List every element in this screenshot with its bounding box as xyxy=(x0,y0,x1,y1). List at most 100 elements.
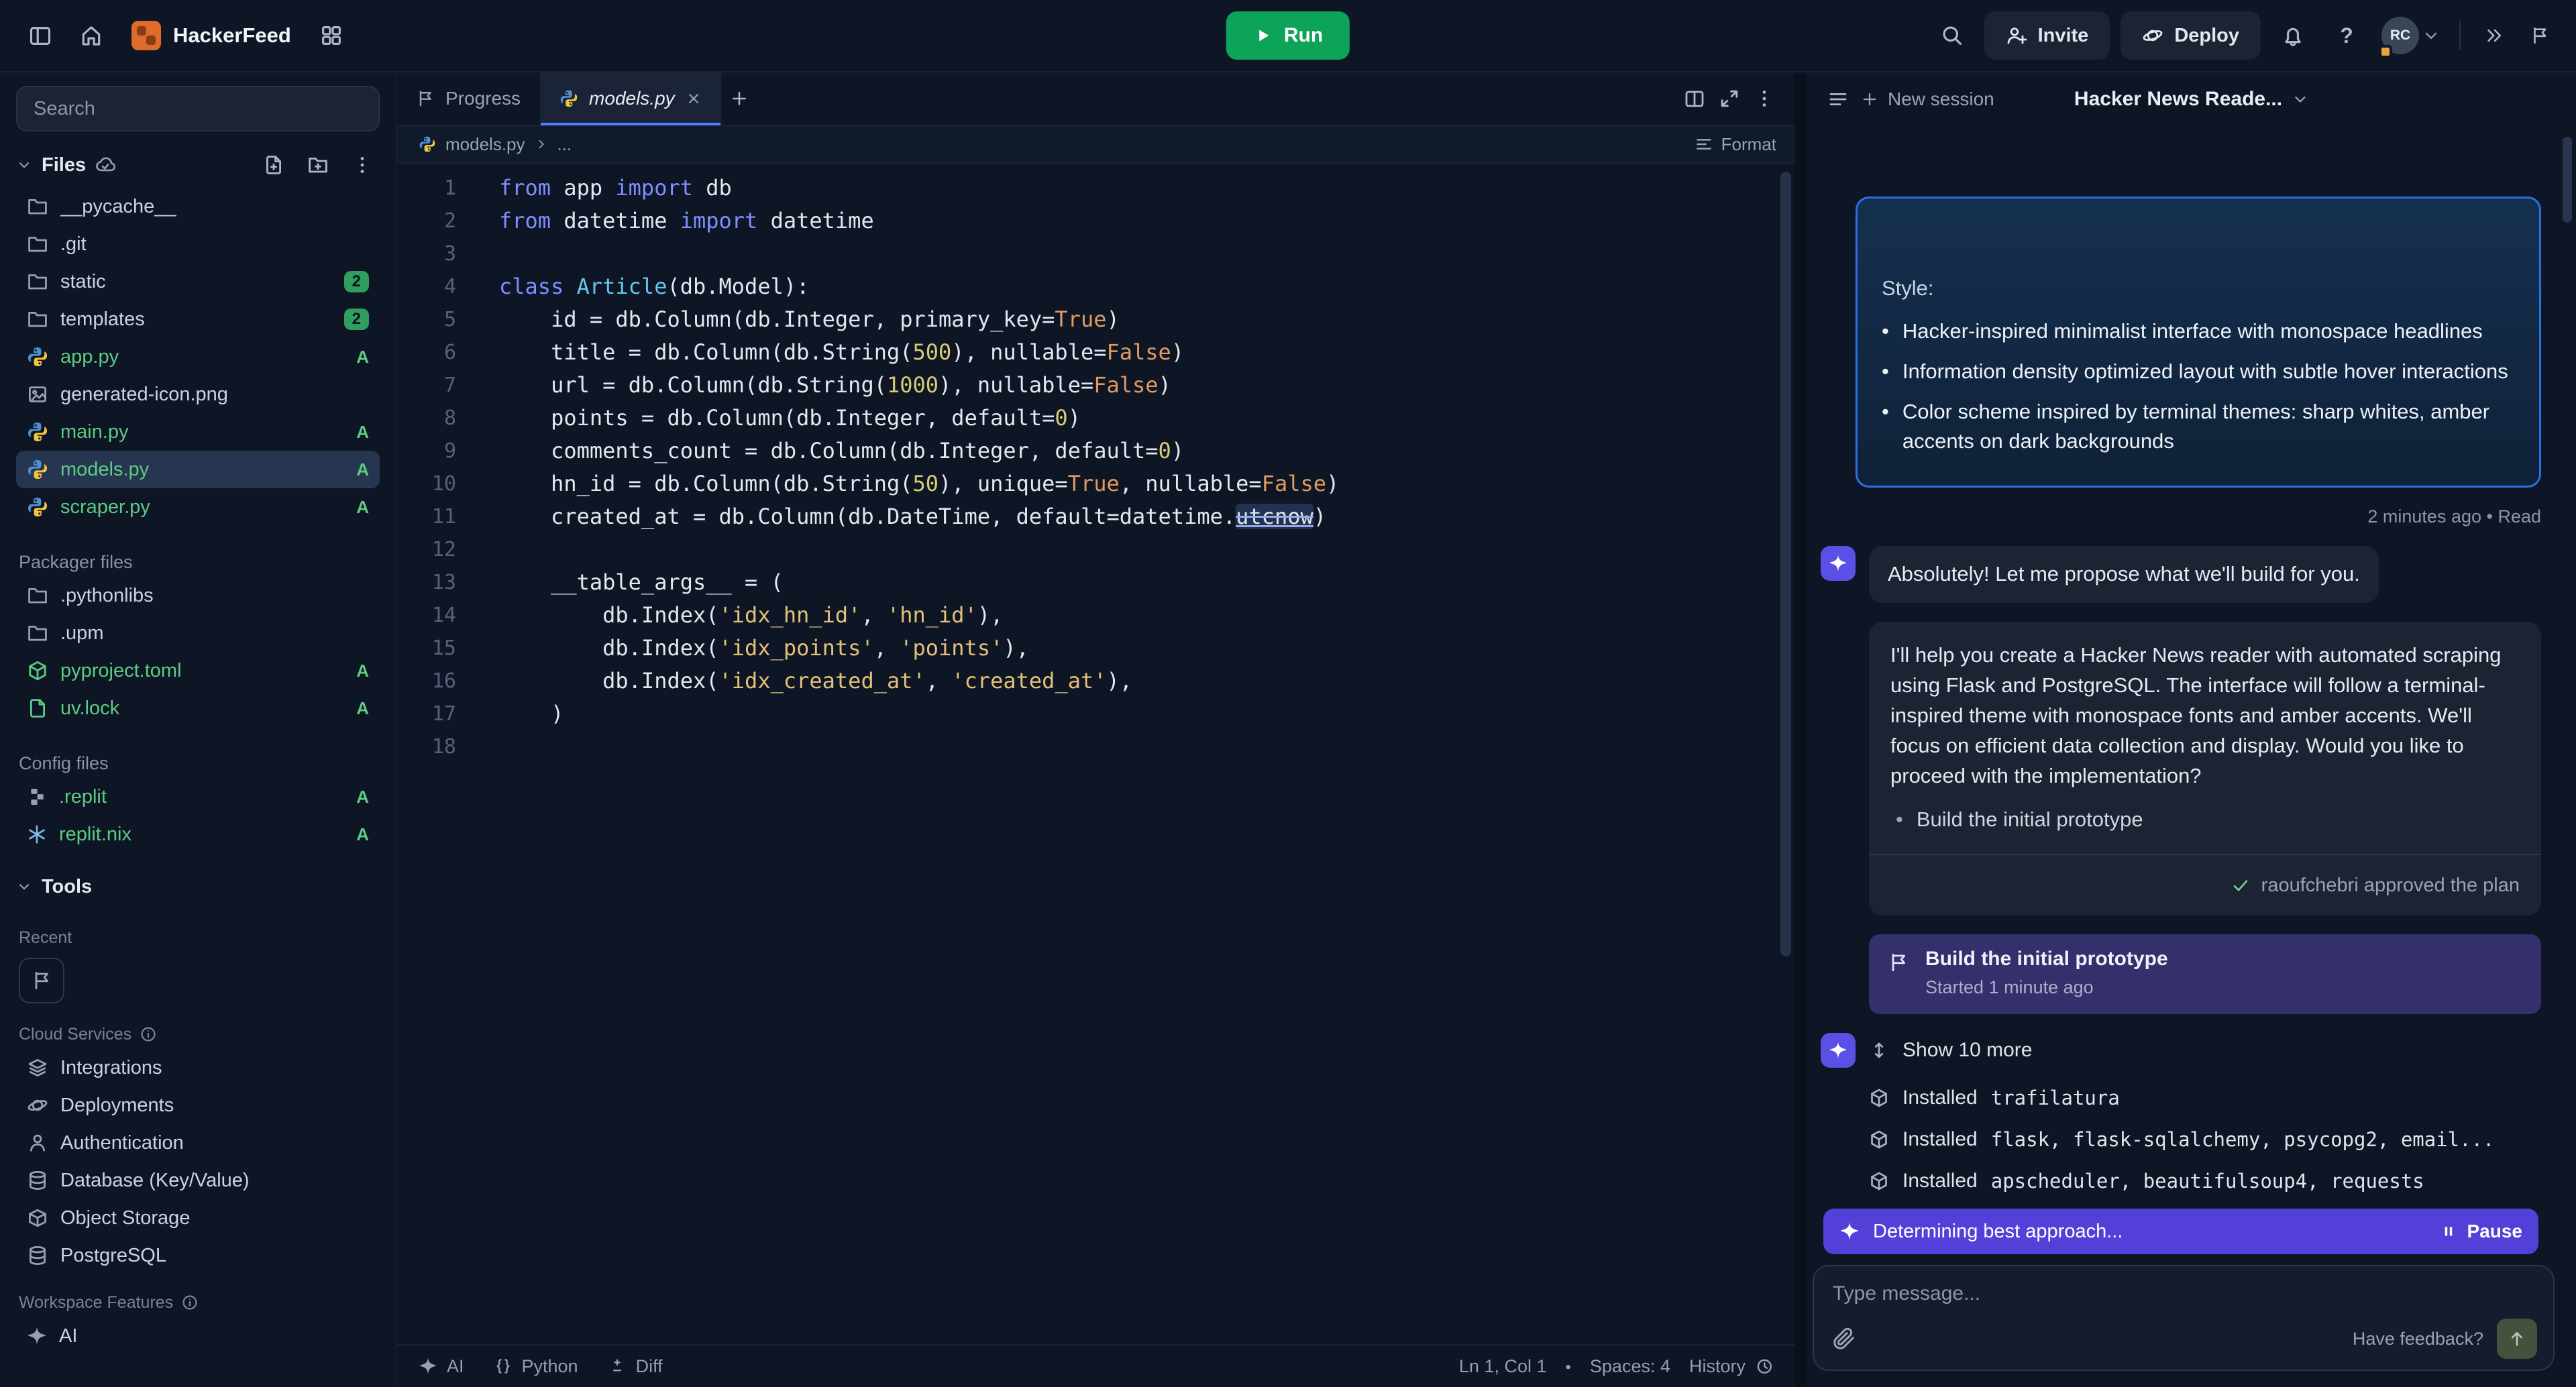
change-count-badge: 2 xyxy=(344,309,369,330)
new-tab-button[interactable] xyxy=(722,81,757,116)
invite-button[interactable]: Invite xyxy=(1984,11,2110,60)
indentation-setting[interactable]: Spaces: 4 xyxy=(1590,1356,1670,1377)
send-button[interactable] xyxy=(2497,1319,2537,1359)
chevron-down-icon[interactable] xyxy=(16,157,32,173)
cursor-position[interactable]: Ln 1, Col 1 xyxy=(1459,1356,1547,1377)
file-item-pythonlibs[interactable]: .pythonlibs xyxy=(16,577,380,614)
change-count-badge: 2 xyxy=(344,271,369,292)
file-item-pyproject[interactable]: pyproject.tomlA xyxy=(16,652,380,689)
files-label: Files xyxy=(42,154,86,176)
breadcrumb-file[interactable]: models.py xyxy=(445,134,525,155)
files-menu-button[interactable] xyxy=(345,148,380,182)
file-item-uv-lock[interactable]: uv.lockA xyxy=(16,689,380,727)
search-button[interactable] xyxy=(1931,14,1974,57)
replit-icon xyxy=(27,787,47,807)
file-item-upm[interactable]: .upm xyxy=(16,614,380,652)
language-status[interactable]: Python xyxy=(494,1356,578,1377)
editor-scrollbar[interactable] xyxy=(1780,172,1791,956)
files-header: Files xyxy=(16,142,380,188)
proposal-card: I'll help you create a Hacker News reade… xyxy=(1869,622,2541,916)
working-status: Determining best approach... xyxy=(1873,1221,2123,1243)
avatar: RC xyxy=(2381,17,2419,54)
file-item-app-py[interactable]: app.pyA xyxy=(16,338,380,376)
tab-progress[interactable]: Progress xyxy=(397,72,541,125)
run-button[interactable]: Run xyxy=(1226,11,1350,60)
sidebar-item-deployments[interactable]: Deployments xyxy=(16,1087,380,1124)
sidebar-item-authentication[interactable]: Authentication xyxy=(16,1124,380,1162)
file-item-git[interactable]: .git xyxy=(16,225,380,263)
ai-status[interactable]: AI xyxy=(419,1356,464,1377)
flag-panel-button[interactable] xyxy=(2522,18,2557,53)
breadcrumb-more[interactable]: ... xyxy=(557,134,572,155)
workspace-layout-button[interactable] xyxy=(310,14,353,57)
check-icon xyxy=(2231,875,2251,895)
session-title[interactable]: Hacker News Reade... xyxy=(2074,88,2309,111)
tab-models-py[interactable]: models.py xyxy=(541,72,722,125)
sidebar-item-postgresql[interactable]: PostgreSQL xyxy=(16,1237,380,1274)
chevron-down-icon[interactable] xyxy=(16,879,32,895)
workspace-features-header: Workspace Features xyxy=(16,1288,380,1317)
info-icon[interactable] xyxy=(181,1294,199,1311)
ai-spinner-icon xyxy=(1839,1221,1860,1241)
attach-button[interactable] xyxy=(1833,1327,1856,1350)
python-icon xyxy=(559,89,578,108)
code-line: from app import db xyxy=(499,172,1795,205)
home-button[interactable] xyxy=(70,14,113,57)
show-more[interactable]: Show 10 more xyxy=(1821,1033,2541,1068)
pane-divider[interactable] xyxy=(1795,72,1807,1387)
chat-scroll[interactable]: Style: Hacker-inspired minimalist interf… xyxy=(1807,126,2576,1209)
deploy-button[interactable]: Deploy xyxy=(2121,11,2261,60)
collapse-panel-button[interactable] xyxy=(2477,18,2512,53)
code-line: url = db.Column(db.String(1000), nullabl… xyxy=(499,369,1795,402)
sidebar-item-ai[interactable]: AI xyxy=(16,1317,380,1355)
code-editor[interactable]: 123456789101112131415161718 from app imp… xyxy=(397,164,1795,1344)
file-item-replit-nix[interactable]: replit.nixA xyxy=(16,816,380,853)
project-chip[interactable]: HackerFeed xyxy=(121,21,302,50)
file-item-static[interactable]: static2 xyxy=(16,263,380,300)
diff-status[interactable]: Diff xyxy=(608,1356,663,1377)
code-line: hn_id = db.Column(db.String(50), unique=… xyxy=(499,467,1795,500)
folder-icon xyxy=(27,196,48,217)
file-item-generated-icon[interactable]: generated-icon.png xyxy=(16,376,380,413)
task-card[interactable]: Build the initial prototype Started 1 mi… xyxy=(1869,934,2541,1014)
search-input[interactable] xyxy=(16,86,380,131)
history-button[interactable]: History xyxy=(1689,1356,1774,1377)
agent-avatar xyxy=(1821,1033,1856,1068)
new-file-button[interactable] xyxy=(256,148,291,182)
pause-button[interactable]: Pause xyxy=(2439,1221,2523,1242)
new-folder-button[interactable] xyxy=(301,148,335,182)
format-button[interactable]: Format xyxy=(1695,134,1776,155)
account-menu[interactable]: RC xyxy=(2379,17,2443,54)
person-plus-icon xyxy=(2006,25,2027,46)
format-icon xyxy=(1695,135,1713,154)
expand-pane-button[interactable] xyxy=(1712,81,1747,116)
file-item-models-py[interactable]: models.pyA xyxy=(16,451,380,488)
chat-scrollbar[interactable] xyxy=(2563,137,2572,223)
python-icon xyxy=(27,459,48,480)
info-icon[interactable] xyxy=(140,1025,157,1043)
sidebar-item-integrations[interactable]: Integrations xyxy=(16,1049,380,1087)
project-icon xyxy=(131,21,161,50)
recent-tool-agent[interactable] xyxy=(19,958,64,1003)
sidebar-item-object-storage[interactable]: Object Storage xyxy=(16,1199,380,1237)
sidebar-item-database[interactable]: Database (Key/Value) xyxy=(16,1162,380,1199)
code-line: db.Index('idx_created_at', 'created_at')… xyxy=(499,665,1795,698)
file-item-scraper-py[interactable]: scraper.pyA xyxy=(16,488,380,526)
notifications-button[interactable] xyxy=(2271,14,2314,57)
file-item-pycache[interactable]: __pycache__ xyxy=(16,188,380,225)
message-input[interactable] xyxy=(1833,1282,2537,1305)
sidebar-toggle-button[interactable] xyxy=(19,14,62,57)
split-view-button[interactable] xyxy=(1677,81,1712,116)
pane-menu-button[interactable] xyxy=(1747,81,1782,116)
file-item-replit[interactable]: .replitA xyxy=(16,778,380,816)
new-session-button[interactable]: New session xyxy=(1861,89,1994,110)
session-list-button[interactable] xyxy=(1821,82,1856,117)
feedback-link[interactable]: Have feedback? xyxy=(2353,1329,2483,1349)
folder-icon xyxy=(27,309,48,330)
close-tab-icon[interactable] xyxy=(686,91,702,107)
file-item-templates[interactable]: templates2 xyxy=(16,300,380,338)
chevron-right-icon xyxy=(535,137,548,151)
help-button[interactable]: ? xyxy=(2325,14,2368,57)
file-item-main-py[interactable]: main.pyA xyxy=(16,413,380,451)
pennant-icon xyxy=(2530,25,2550,46)
